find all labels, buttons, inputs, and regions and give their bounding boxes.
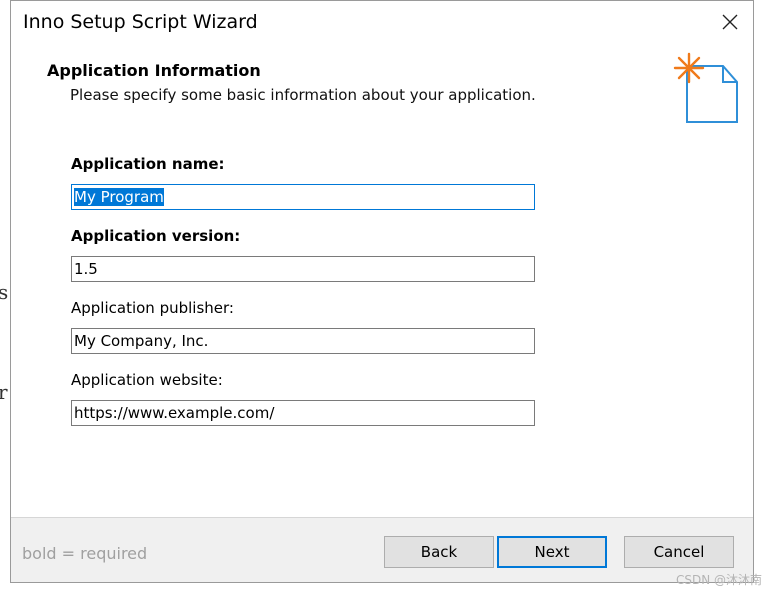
- required-hint-bold: bold: [22, 544, 57, 563]
- background-window-fragment: r: [0, 380, 8, 404]
- app-website-field[interactable]: https://www.example.com/: [71, 400, 535, 426]
- wizard-dialog: Inno Setup Script Wizard Application Inf…: [10, 0, 754, 583]
- app-publisher-field[interactable]: My Company, Inc.: [71, 328, 535, 354]
- page-title: Application Information: [47, 61, 261, 80]
- required-hint-text: = required: [61, 544, 148, 563]
- button-bar: bold = required Back Next Cancel: [11, 517, 753, 582]
- new-document-sparkle-icon: [673, 52, 738, 123]
- close-icon: [722, 14, 738, 30]
- app-name-field[interactable]: My Program: [71, 184, 535, 210]
- cancel-button[interactable]: Cancel: [624, 536, 734, 568]
- background-window-fragment: s: [0, 280, 9, 304]
- app-website-label: Application website:: [71, 371, 223, 389]
- app-version-label: Application version:: [71, 227, 241, 245]
- app-name-label: Application name:: [71, 155, 225, 173]
- page-subtitle: Please specify some basic information ab…: [70, 86, 536, 104]
- next-button[interactable]: Next: [497, 536, 607, 568]
- watermark: CSDN @沐沐南: [675, 573, 762, 587]
- close-button[interactable]: [713, 5, 747, 39]
- app-publisher-label: Application publisher:: [71, 299, 234, 317]
- app-version-field[interactable]: 1.5: [71, 256, 535, 282]
- back-button[interactable]: Back: [384, 536, 494, 568]
- window-title: Inno Setup Script Wizard: [23, 11, 258, 33]
- title-bar: Inno Setup Script Wizard: [11, 1, 753, 45]
- app-name-value: My Program: [74, 188, 164, 206]
- required-hint: bold = required: [22, 544, 147, 563]
